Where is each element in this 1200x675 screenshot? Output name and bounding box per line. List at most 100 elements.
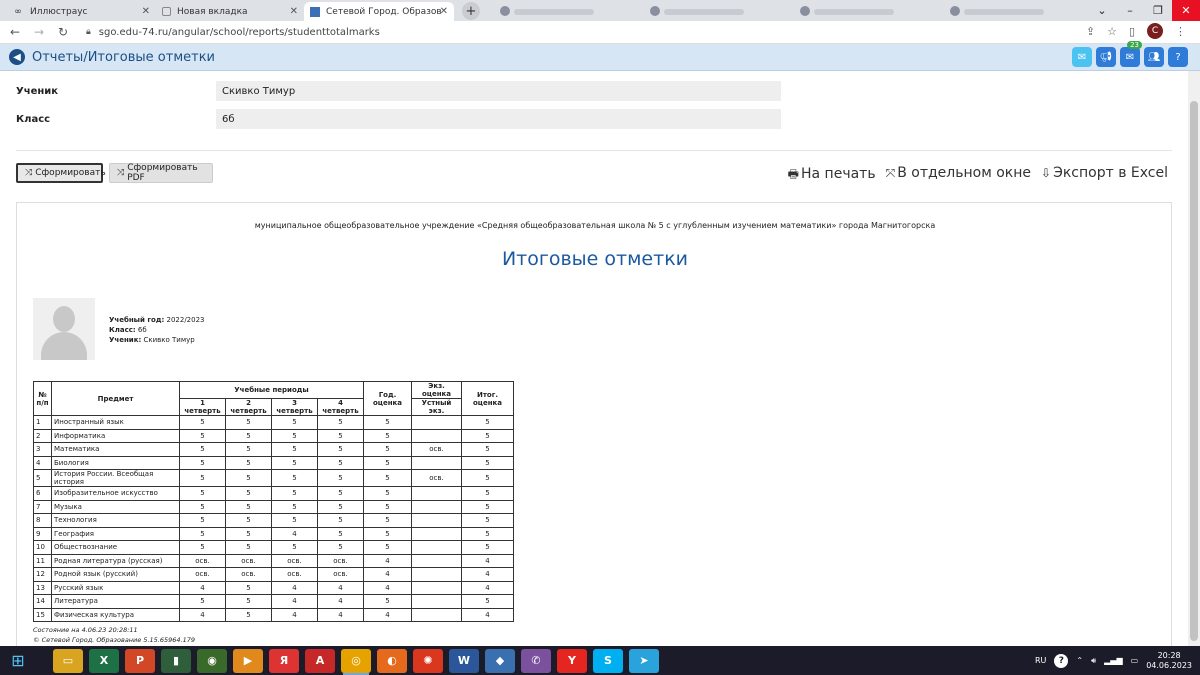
cell-q3: 5 — [271, 442, 318, 457]
app-dark-green[interactable]: ▮ — [161, 648, 191, 673]
generate-button[interactable]: ⤨ Сформировать — [16, 163, 106, 183]
network-icon[interactable]: ▂▄▆ — [1104, 656, 1122, 665]
cell-n: 3 — [33, 442, 52, 457]
help-icon[interactable]: ? — [1168, 47, 1188, 67]
cell-year: 4 — [363, 607, 412, 622]
cell-year: 4 — [363, 553, 412, 568]
word-app[interactable]: W — [449, 648, 479, 673]
cell-q1: 5 — [179, 486, 226, 501]
scrollbar-thumb[interactable] — [1190, 101, 1198, 641]
cell-year: 5 — [363, 486, 412, 501]
cell-q4: 5 — [317, 455, 364, 470]
forward-arrow-icon[interactable]: → — [30, 25, 48, 39]
windows-taskbar: ⊞ ▭ X P ▮ ◉ ▶ Я A ◎ ◐ ✺ W ◆ ✆ Y S ➤ RU ? ⌃ 🔊︎ ▂▄▆ ▭ 20:2… — [0, 646, 1200, 675]
cell-q2: 5 — [225, 428, 272, 443]
media-player-app[interactable]: ▶ — [233, 648, 263, 673]
cell-n: 1 — [33, 415, 52, 430]
favicon-icon — [950, 6, 960, 16]
mail-icon[interactable]: ✉ 23 — [1120, 41, 1142, 67]
yandex-app[interactable]: Я — [269, 648, 299, 673]
tab-setevoy-gorod[interactable]: Сетевой Город. Образование. С ✕ — [304, 2, 454, 21]
chat-icon[interactable]: ✉ — [1072, 47, 1092, 67]
cell-q1: 4 — [179, 580, 226, 595]
shield-app[interactable]: ◆ — [485, 648, 515, 673]
background-tab[interactable] — [800, 2, 950, 21]
export-excel-link[interactable]: ⇩ Экспорт в Excel — [1041, 165, 1168, 186]
cell-q3: 4 — [271, 594, 318, 609]
reload-icon[interactable]: ↻ — [54, 25, 72, 39]
page-scrollbar[interactable] — [1188, 71, 1200, 646]
browser-tab-strip: ∞ Иллюстраус ✕ Новая вкладка ✕ Сетевой Г… — [0, 0, 1200, 21]
clock[interactable]: 20:28 04.06.2023 — [1146, 651, 1192, 671]
class-field[interactable]: 6б — [216, 109, 781, 129]
cell-year: 5 — [363, 499, 412, 514]
excel-app[interactable]: X — [89, 648, 119, 673]
restore-icon[interactable]: ❐ — [1144, 0, 1172, 21]
cell-subject: География — [51, 526, 180, 541]
school-favicon — [310, 6, 320, 17]
cell-q2: 5 — [225, 499, 272, 514]
skype-app[interactable]: S — [593, 648, 623, 673]
close-tab-icon[interactable]: ✕ — [290, 6, 298, 17]
firefox-app[interactable]: ◐ — [377, 648, 407, 673]
start-button[interactable]: ⊞ — [0, 646, 36, 675]
address-bar[interactable]: 🔒︎ sgo.edu-74.ru/angular/school/reports/… — [86, 27, 380, 38]
eye-app[interactable]: ◉ — [197, 648, 227, 673]
cell-oral: осв. — [411, 469, 462, 487]
volume-icon[interactable]: 🔊︎ — [1091, 656, 1096, 666]
close-tab-icon[interactable]: ✕ — [440, 6, 448, 17]
profile-avatar[interactable]: С — [1147, 23, 1163, 39]
back-arrow-icon[interactable]: ← — [6, 25, 24, 39]
cell-q4: 4 — [317, 580, 364, 595]
cell-q1: 5 — [179, 455, 226, 470]
background-tab[interactable] — [500, 2, 650, 21]
film-app[interactable]: ✺ — [413, 648, 443, 673]
side-panel-icon[interactable]: ▯ — [1129, 25, 1135, 38]
tab-new-tab[interactable]: Новая вкладка ✕ — [156, 2, 304, 21]
notification-icon[interactable]: ▭ — [1131, 656, 1139, 665]
bookmark-star-icon[interactable]: ☆ — [1107, 25, 1117, 38]
telegram-app[interactable]: ➤ — [629, 648, 659, 673]
cell-final: 5 — [461, 540, 514, 555]
school-name: муниципальное общеобразовательное учрежд… — [254, 221, 936, 230]
cell-final: 5 — [461, 513, 514, 528]
share-icon[interactable]: ⇪ — [1086, 25, 1095, 38]
tab-search-icon[interactable]: ⌄ — [1088, 0, 1116, 21]
cell-n: 11 — [33, 553, 52, 568]
generate-pdf-button[interactable]: ⤨ Сформировать PDF — [109, 163, 213, 183]
cell-q3: 5 — [271, 486, 318, 501]
new-tab-button[interactable]: + — [462, 2, 480, 20]
tray-arrow-icon[interactable]: ⌃ — [1076, 656, 1083, 665]
cell-q1: 5 — [179, 499, 226, 514]
background-tab[interactable] — [950, 2, 1100, 21]
close-tab-icon[interactable]: ✕ — [142, 6, 150, 17]
browser-menu-icon[interactable]: ⋮ — [1175, 25, 1186, 38]
minimize-icon[interactable]: – — [1116, 0, 1144, 21]
tab-illustraus[interactable]: ∞ Иллюстраус ✕ — [6, 2, 156, 21]
users-icon[interactable]: 👥︎ — [1144, 47, 1164, 67]
separate-window-link[interactable]: ⤧ В отдельном окне — [886, 165, 1031, 186]
language-indicator[interactable]: RU — [1035, 656, 1046, 665]
cell-q1: 4 — [179, 607, 226, 622]
cell-q1: 5 — [179, 540, 226, 555]
yandex-browser-app[interactable]: Y — [557, 648, 587, 673]
file-explorer-app[interactable]: ▭ — [53, 648, 83, 673]
pdf-app[interactable]: A — [305, 648, 335, 673]
viber-app[interactable]: ✆ — [521, 648, 551, 673]
expand-icon: ⤧ — [885, 166, 896, 180]
report-title: Итоговые отметки — [501, 248, 689, 270]
cell-q3: 4 — [271, 607, 318, 622]
close-window-icon[interactable]: ✕ — [1172, 0, 1200, 21]
background-tab[interactable] — [650, 2, 800, 21]
help-tray-icon[interactable]: ? — [1054, 653, 1069, 668]
student-field[interactable]: Скивко Тимур — [216, 81, 781, 101]
print-link[interactable]: 🖶 На печать — [788, 165, 876, 186]
announcements-icon[interactable]: 📢︎ — [1096, 47, 1116, 67]
table-row: 5 История России. Всеобщая история 5 5 5 5 5 ос… — [33, 469, 514, 487]
back-circle-icon[interactable]: ◀ — [9, 49, 25, 65]
cell-q2: осв. — [225, 553, 272, 568]
cell-final: 5 — [461, 594, 514, 609]
powerpoint-app[interactable]: P — [125, 648, 155, 673]
chrome-app[interactable]: ◎ — [341, 648, 371, 675]
cell-subject: Музыка — [51, 499, 180, 514]
